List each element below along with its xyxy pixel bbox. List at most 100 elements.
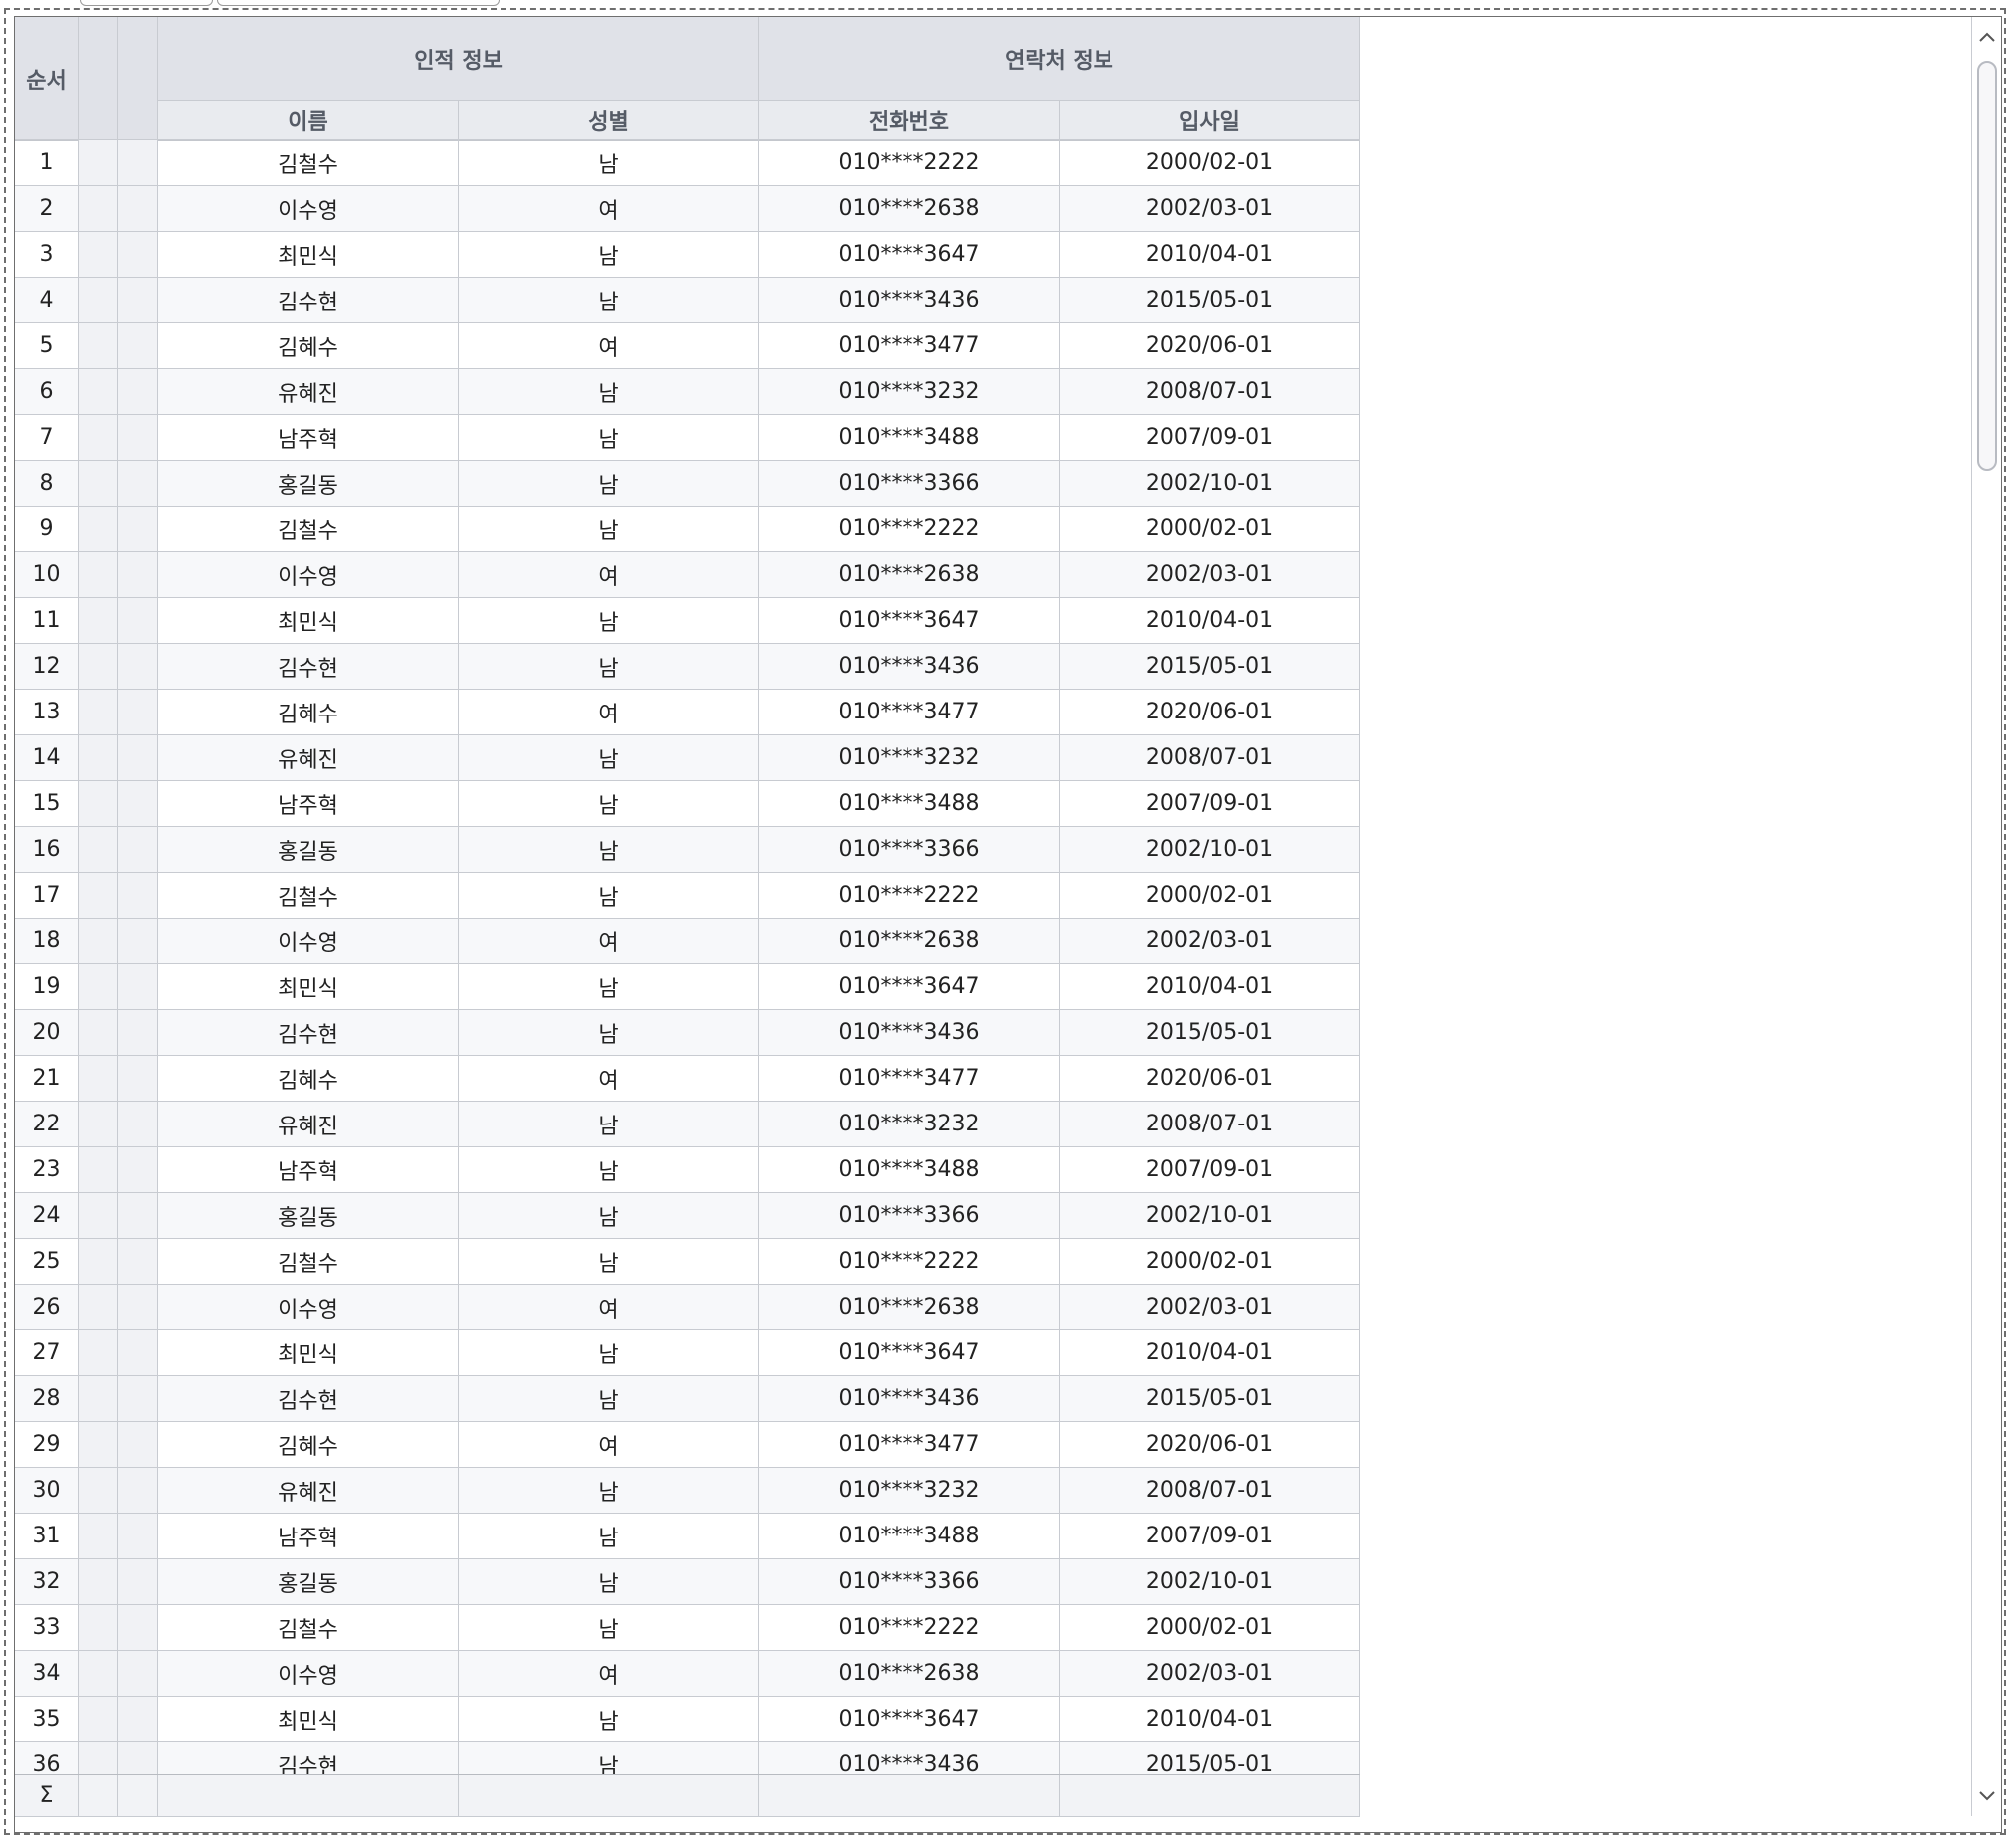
- cell-phone[interactable]: 010****3366: [759, 1559, 1060, 1605]
- cell-gender[interactable]: 남: [459, 278, 759, 323]
- cell-seq[interactable]: 24: [15, 1193, 79, 1239]
- table-row[interactable]: 31 남주혁 남 010****3488 2007/09-01: [15, 1514, 1360, 1559]
- cell-gutter-1[interactable]: [79, 1330, 118, 1376]
- cell-name[interactable]: 김혜수: [158, 1056, 459, 1102]
- cell-phone[interactable]: 010****3647: [759, 1330, 1060, 1376]
- cell-gender[interactable]: 남: [459, 1193, 759, 1239]
- cell-gutter-2[interactable]: [118, 369, 158, 415]
- cell-gutter-2[interactable]: [118, 552, 158, 598]
- table-row[interactable]: 15 남주혁 남 010****3488 2007/09-01: [15, 781, 1360, 827]
- cell-phone[interactable]: 010****3366: [759, 1193, 1060, 1239]
- cell-gutter-1[interactable]: [79, 140, 118, 186]
- cell-gutter-2[interactable]: [118, 415, 158, 461]
- cell-seq[interactable]: 30: [15, 1468, 79, 1514]
- scrollbar-thumb[interactable]: [1977, 61, 1997, 471]
- cell-seq[interactable]: 10: [15, 552, 79, 598]
- cell-gutter-1[interactable]: [79, 964, 118, 1010]
- cell-gender[interactable]: 남: [459, 735, 759, 781]
- cell-seq[interactable]: 35: [15, 1697, 79, 1742]
- cell-phone[interactable]: 010****3436: [759, 644, 1060, 690]
- cell-gutter-2[interactable]: [118, 735, 158, 781]
- cell-phone[interactable]: 010****3647: [759, 1697, 1060, 1742]
- cell-gutter-2[interactable]: [118, 140, 158, 186]
- table-row[interactable]: 2 이수영 여 010****2638 2002/03-01: [15, 186, 1360, 232]
- cell-gender[interactable]: 여: [459, 1651, 759, 1697]
- cell-name[interactable]: 유혜진: [158, 735, 459, 781]
- table-row[interactable]: 26 이수영 여 010****2638 2002/03-01: [15, 1285, 1360, 1330]
- cell-gutter-1[interactable]: [79, 919, 118, 964]
- cell-gutter-2[interactable]: [118, 1102, 158, 1147]
- cell-gender[interactable]: 남: [459, 1376, 759, 1422]
- cell-gender[interactable]: 남: [459, 1605, 759, 1651]
- cell-seq[interactable]: 32: [15, 1559, 79, 1605]
- cell-gutter-1[interactable]: [79, 1193, 118, 1239]
- cell-phone[interactable]: 010****3232: [759, 369, 1060, 415]
- cell-gender[interactable]: 남: [459, 873, 759, 919]
- cell-gender[interactable]: 남: [459, 964, 759, 1010]
- cell-phone[interactable]: 010****3477: [759, 1422, 1060, 1468]
- cell-hire-date[interactable]: 2002/03-01: [1060, 919, 1360, 964]
- cell-gutter-1[interactable]: [79, 827, 118, 873]
- cell-hire-date[interactable]: 2002/03-01: [1060, 1285, 1360, 1330]
- cell-name[interactable]: 최민식: [158, 1697, 459, 1742]
- cell-gutter-2[interactable]: [118, 1742, 158, 1774]
- cell-phone[interactable]: 010****3488: [759, 415, 1060, 461]
- cell-hire-date[interactable]: 2015/05-01: [1060, 278, 1360, 323]
- cell-gutter-2[interactable]: [118, 507, 158, 552]
- cell-seq[interactable]: 29: [15, 1422, 79, 1468]
- cell-gutter-2[interactable]: [118, 873, 158, 919]
- cell-phone[interactable]: 010****3488: [759, 1514, 1060, 1559]
- cell-hire-date[interactable]: 2020/06-01: [1060, 323, 1360, 369]
- cell-gender[interactable]: 여: [459, 552, 759, 598]
- cell-hire-date[interactable]: 2000/02-01: [1060, 873, 1360, 919]
- cell-phone[interactable]: 010****2638: [759, 1285, 1060, 1330]
- cell-phone[interactable]: 010****3232: [759, 1102, 1060, 1147]
- cell-gutter-2[interactable]: [118, 1147, 158, 1193]
- cell-name[interactable]: 남주혁: [158, 1514, 459, 1559]
- cell-gutter-2[interactable]: [118, 1010, 158, 1056]
- cell-gutter-1[interactable]: [79, 1697, 118, 1742]
- table-row[interactable]: 34 이수영 여 010****2638 2002/03-01: [15, 1651, 1360, 1697]
- cell-name[interactable]: 이수영: [158, 552, 459, 598]
- cell-hire-date[interactable]: 2010/04-01: [1060, 1330, 1360, 1376]
- cell-hire-date[interactable]: 2010/04-01: [1060, 598, 1360, 644]
- cell-hire-date[interactable]: 2020/06-01: [1060, 1422, 1360, 1468]
- cell-gutter-1[interactable]: [79, 1010, 118, 1056]
- cell-name[interactable]: 김철수: [158, 1239, 459, 1285]
- cell-seq[interactable]: 4: [15, 278, 79, 323]
- cell-seq[interactable]: 6: [15, 369, 79, 415]
- cell-name[interactable]: 김수현: [158, 1376, 459, 1422]
- cell-hire-date[interactable]: 2007/09-01: [1060, 415, 1360, 461]
- cell-gutter-1[interactable]: [79, 415, 118, 461]
- cell-seq[interactable]: 19: [15, 964, 79, 1010]
- cell-hire-date[interactable]: 2008/07-01: [1060, 369, 1360, 415]
- cell-gutter-2[interactable]: [118, 919, 158, 964]
- cell-gutter-2[interactable]: [118, 1651, 158, 1697]
- cell-seq[interactable]: 17: [15, 873, 79, 919]
- cell-gender[interactable]: 남: [459, 598, 759, 644]
- cell-phone[interactable]: 010****2638: [759, 919, 1060, 964]
- cell-hire-date[interactable]: 2015/05-01: [1060, 1376, 1360, 1422]
- table-row[interactable]: 25 김철수 남 010****2222 2000/02-01: [15, 1239, 1360, 1285]
- cell-seq[interactable]: 12: [15, 644, 79, 690]
- cell-gutter-2[interactable]: [118, 323, 158, 369]
- cell-seq[interactable]: 36: [15, 1742, 79, 1774]
- table-row[interactable]: 6 유혜진 남 010****3232 2008/07-01: [15, 369, 1360, 415]
- table-row[interactable]: 19 최민식 남 010****3647 2010/04-01: [15, 964, 1360, 1010]
- tab-stub-right[interactable]: [217, 0, 500, 6]
- header-group-contact[interactable]: 연락처 정보: [759, 17, 1360, 101]
- cell-name[interactable]: 남주혁: [158, 415, 459, 461]
- cell-seq[interactable]: 16: [15, 827, 79, 873]
- cell-name[interactable]: 김수현: [158, 278, 459, 323]
- cell-hire-date[interactable]: 2007/09-01: [1060, 781, 1360, 827]
- cell-gutter-2[interactable]: [118, 1514, 158, 1559]
- cell-gutter-2[interactable]: [118, 598, 158, 644]
- cell-gender[interactable]: 남: [459, 1239, 759, 1285]
- header-seq[interactable]: 순서: [15, 17, 79, 140]
- cell-seq[interactable]: 2: [15, 186, 79, 232]
- table-row[interactable]: 33 김철수 남 010****2222 2000/02-01: [15, 1605, 1360, 1651]
- cell-phone[interactable]: 010****2222: [759, 140, 1060, 186]
- cell-gutter-1[interactable]: [79, 461, 118, 507]
- cell-gutter-1[interactable]: [79, 1559, 118, 1605]
- tab-stub-left[interactable]: [80, 0, 213, 6]
